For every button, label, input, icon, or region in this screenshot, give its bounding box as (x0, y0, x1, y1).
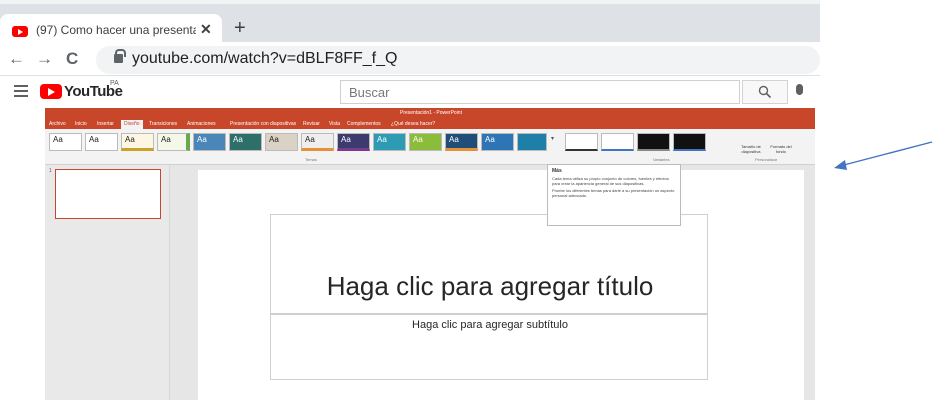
group-label-variants: Variantes (653, 157, 670, 162)
youtube-logo-icon[interactable] (40, 84, 62, 99)
menu-tab-active[interactable]: Diseño (121, 120, 143, 129)
browser-tab-bar: (97) Como hacer una presentació ✕ + (0, 0, 820, 48)
menu-tell-me[interactable]: ¿Qué desea hacer? (391, 121, 435, 127)
lock-icon (114, 49, 126, 63)
theme-thumb[interactable]: Aa (229, 133, 262, 151)
theme-thumb[interactable]: Aa (481, 133, 514, 151)
tab-title: (97) Como hacer una presentació (36, 23, 196, 37)
menu-tab[interactable]: Insertar (97, 121, 114, 127)
theme-thumb[interactable]: Aa (301, 133, 334, 151)
search-button[interactable] (742, 80, 788, 104)
youtube-favicon-icon (12, 26, 28, 37)
menu-icon[interactable] (14, 85, 28, 100)
search-input[interactable]: Buscar (340, 80, 740, 104)
menu-tab[interactable]: Animaciones (187, 121, 216, 127)
theme-thumb[interactable]: Aa (157, 133, 190, 151)
menu-tab[interactable]: Inicio (75, 121, 87, 127)
theme-thumb[interactable]: Aa (373, 133, 406, 151)
theme-thumb[interactable]: Aa (193, 133, 226, 151)
omnibox[interactable]: youtube.com/watch?v=dBLF8FF_f_Q (96, 46, 820, 74)
menu-tab[interactable]: Presentación con diapositivas (230, 121, 296, 127)
menu-tab[interactable]: Archivo (49, 121, 66, 127)
theme-thumb[interactable]: Aa (49, 133, 82, 151)
menu-tab[interactable]: Transiciones (149, 121, 177, 127)
ribbon-tooltip: Más Cada tema utiliza su propio conjunto… (547, 164, 681, 226)
theme-thumb[interactable]: Aa (337, 133, 370, 151)
back-icon[interactable]: ← (8, 49, 25, 69)
menu-tab[interactable]: Revisar (303, 121, 320, 127)
group-label-customize: Personalizar (755, 157, 778, 162)
title-placeholder[interactable]: Haga clic para agregar título (270, 214, 708, 314)
video-player[interactable]: Presentación1 - PowerPoint Archivo Inici… (45, 108, 815, 400)
address-bar-row: ← → C youtube.com/watch?v=dBLF8FF_f_Q (0, 44, 820, 76)
annotation-arrow-icon (834, 141, 933, 170)
mic-icon[interactable] (796, 84, 803, 95)
search-placeholder: Buscar (349, 85, 390, 100)
format-background-button[interactable]: Formato del fondo (767, 131, 795, 155)
tab-close-icon[interactable]: ✕ (200, 21, 212, 38)
variant-thumb[interactable] (601, 133, 634, 151)
slide-size-button[interactable]: Tamaño de diapositiva (737, 131, 765, 155)
variant-thumb[interactable] (673, 133, 706, 151)
group-label-themes: Temas (305, 157, 317, 162)
tooltip-text: Pruebe los diferentes temas para darle a… (552, 188, 675, 198)
tooltip-heading: Más (552, 168, 562, 174)
menu-tab[interactable]: Vista (329, 121, 340, 127)
theme-thumb[interactable]: Aa (409, 133, 442, 151)
powerpoint-title-bar: Presentación1 - PowerPoint (45, 108, 815, 120)
url-text[interactable]: youtube.com/watch?v=dBLF8FF_f_Q (132, 50, 397, 68)
theme-thumb[interactable]: Aa (85, 133, 118, 151)
ribbon: Aa Aa Aa Aa Aa Aa Aa Aa Aa Aa Aa Aa Aa ▾… (45, 129, 815, 165)
reload-icon[interactable]: C (66, 49, 78, 69)
slide-number: 1 (49, 168, 52, 174)
powerpoint-window-title: Presentación1 - PowerPoint (400, 110, 462, 116)
forward-icon[interactable]: → (36, 49, 53, 69)
theme-thumb[interactable]: Aa (265, 133, 298, 151)
menu-tab[interactable]: Complementos (347, 121, 381, 127)
variant-thumb[interactable] (637, 133, 670, 151)
theme-thumb[interactable]: Aa (445, 133, 478, 151)
variant-thumb[interactable] (565, 133, 598, 151)
theme-thumb[interactable]: Aa (121, 133, 154, 151)
more-themes-icon[interactable]: ▾ (551, 135, 554, 142)
country-code: PA (110, 80, 119, 87)
subtitle-placeholder[interactable]: Haga clic para agregar subtítulo (270, 314, 708, 380)
slide-subtitle: Haga clic para agregar subtítulo (412, 319, 568, 331)
theme-thumb[interactable] (517, 133, 547, 151)
tooltip-text: Cada tema utiliza su propio conjunto de … (552, 176, 669, 186)
new-tab-button[interactable]: + (234, 18, 246, 38)
search-icon (758, 85, 772, 99)
slide-title: Haga clic para agregar título (326, 271, 654, 301)
powerpoint-menu-bar: Archivo Inicio Insertar Diseño Transicio… (45, 120, 815, 129)
youtube-header: YouTube PA Buscar (0, 76, 830, 108)
slide-thumbnail[interactable] (55, 169, 161, 219)
browser-tab[interactable]: (97) Como hacer una presentació ✕ (0, 14, 222, 48)
